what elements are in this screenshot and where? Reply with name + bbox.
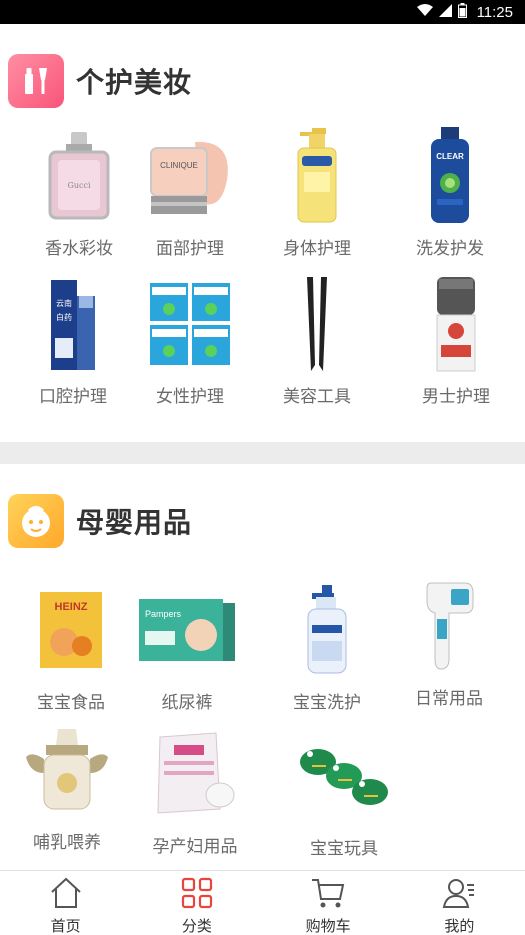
category-label: 口腔护理 — [39, 387, 107, 407]
bottom-tab-bar: 首页 分类 购物车 我的 — [0, 870, 525, 935]
category-perfume[interactable]: Gucci 香水彩妆 — [19, 126, 139, 259]
section-header: 个护美妆 — [8, 54, 192, 108]
tab-profile[interactable]: 我的 — [394, 871, 525, 935]
category-label: 香水彩妆 — [45, 239, 113, 259]
svg-text:云南: 云南 — [56, 298, 72, 308]
section-title: 个护美妆 — [76, 66, 193, 99]
toothpaste-box-image: 云南 白药 — [23, 274, 123, 374]
svg-text:Gucci: Gucci — [67, 181, 91, 190]
category-baby-wash[interactable]: 宝宝洗护 — [267, 580, 387, 713]
baby-wash-bottle-image — [277, 580, 377, 680]
category-mens-care[interactable]: 男士护理 — [396, 274, 516, 407]
face-cream-jar-image: CLINIQUE — [140, 126, 240, 226]
category-label: 宝宝洗护 — [293, 693, 361, 713]
tab-label: 分类 — [181, 917, 212, 935]
category-oral-care[interactable]: 云南 白药 口腔护理 — [13, 274, 133, 407]
profile-icon — [442, 877, 476, 913]
home-icon — [49, 877, 83, 913]
category-label: 男士护理 — [422, 387, 490, 407]
category-label: 宝宝食品 — [37, 693, 105, 713]
tab-cart[interactable]: 购物车 — [263, 871, 394, 935]
section-beauty: 个护美妆 Gucci 香水彩妆 CLINIQUE 面部护理 身体护理 CLEAR… — [0, 24, 525, 442]
sanitary-pad-packs-image — [140, 274, 240, 374]
tab-category[interactable]: 分类 — [131, 871, 262, 935]
category-feminine-care[interactable]: 女性护理 — [130, 274, 250, 407]
body-lotion-bottle-image — [267, 126, 367, 226]
category-label: 纸尿裤 — [161, 693, 213, 713]
mens-cream-bottle-image — [406, 274, 506, 374]
svg-text:CLEAR: CLEAR — [436, 152, 464, 161]
category-hair-care[interactable]: CLEAR 洗发护发 — [390, 126, 510, 259]
status-time: 11:25 — [476, 4, 513, 21]
baby-face-icon — [8, 494, 64, 548]
category-label: 美容工具 — [283, 387, 351, 407]
section-header: 母婴用品 — [8, 494, 192, 548]
maternity-pads-bag-image — [145, 724, 245, 824]
perfume-bottle-image: Gucci — [29, 126, 129, 226]
frog-toys-image — [294, 726, 394, 826]
category-feeding[interactable]: 哺乳喂养 — [7, 720, 127, 853]
diaper-pack-image: Pampers — [137, 580, 237, 680]
tab-home[interactable]: 首页 — [0, 871, 131, 935]
battery-icon — [457, 3, 467, 22]
category-label: 女性护理 — [156, 387, 224, 407]
tab-label: 购物车 — [305, 917, 351, 935]
tweezers-image — [267, 274, 367, 374]
thermometer-image — [399, 576, 499, 676]
category-baby-food[interactable]: HEINZ 宝宝食品 — [11, 580, 131, 713]
svg-text:CLINIQUE: CLINIQUE — [160, 161, 198, 170]
category-label: 孕产妇用品 — [152, 837, 238, 857]
section-title: 母婴用品 — [76, 506, 193, 539]
lipstick-brush-icon — [8, 54, 64, 108]
category-baby-toys[interactable]: 宝宝玩具 — [284, 726, 404, 859]
svg-text:白药: 白药 — [56, 312, 72, 322]
cart-icon — [310, 877, 346, 913]
category-face-care[interactable]: CLINIQUE 面部护理 — [130, 126, 250, 259]
section-divider — [0, 442, 525, 464]
category-label: 洗发护发 — [416, 239, 484, 259]
svg-text:HEINZ: HEINZ — [55, 601, 88, 613]
category-diapers[interactable]: Pampers 纸尿裤 — [127, 580, 247, 713]
category-maternity[interactable]: 孕产妇用品 — [135, 724, 255, 857]
category-label: 哺乳喂养 — [33, 833, 101, 853]
tab-label: 首页 — [50, 917, 81, 935]
feeding-bottle-image — [17, 720, 117, 820]
category-label: 面部护理 — [156, 239, 224, 259]
category-label: 宝宝玩具 — [310, 839, 378, 859]
category-body-care[interactable]: 身体护理 — [257, 126, 377, 259]
category-grid-icon — [181, 877, 213, 913]
section-baby: 母婴用品 HEINZ 宝宝食品 Pampers 纸尿裤 宝宝洗护 日常用品 哺乳… — [0, 464, 525, 870]
wifi-icon — [416, 4, 433, 21]
shampoo-bottle-image: CLEAR — [400, 126, 500, 226]
tab-label: 我的 — [444, 917, 475, 935]
svg-text:Pampers: Pampers — [145, 609, 182, 619]
status-bar: 11:25 — [0, 0, 525, 24]
baby-food-box-image: HEINZ — [21, 580, 121, 680]
category-beauty-tools[interactable]: 美容工具 — [257, 274, 377, 407]
status-icons: 11:25 — [416, 3, 513, 22]
category-daily-items[interactable]: 日常用品 — [389, 576, 509, 709]
category-label: 日常用品 — [415, 689, 483, 709]
category-label: 身体护理 — [283, 239, 351, 259]
signal-icon — [438, 4, 452, 21]
